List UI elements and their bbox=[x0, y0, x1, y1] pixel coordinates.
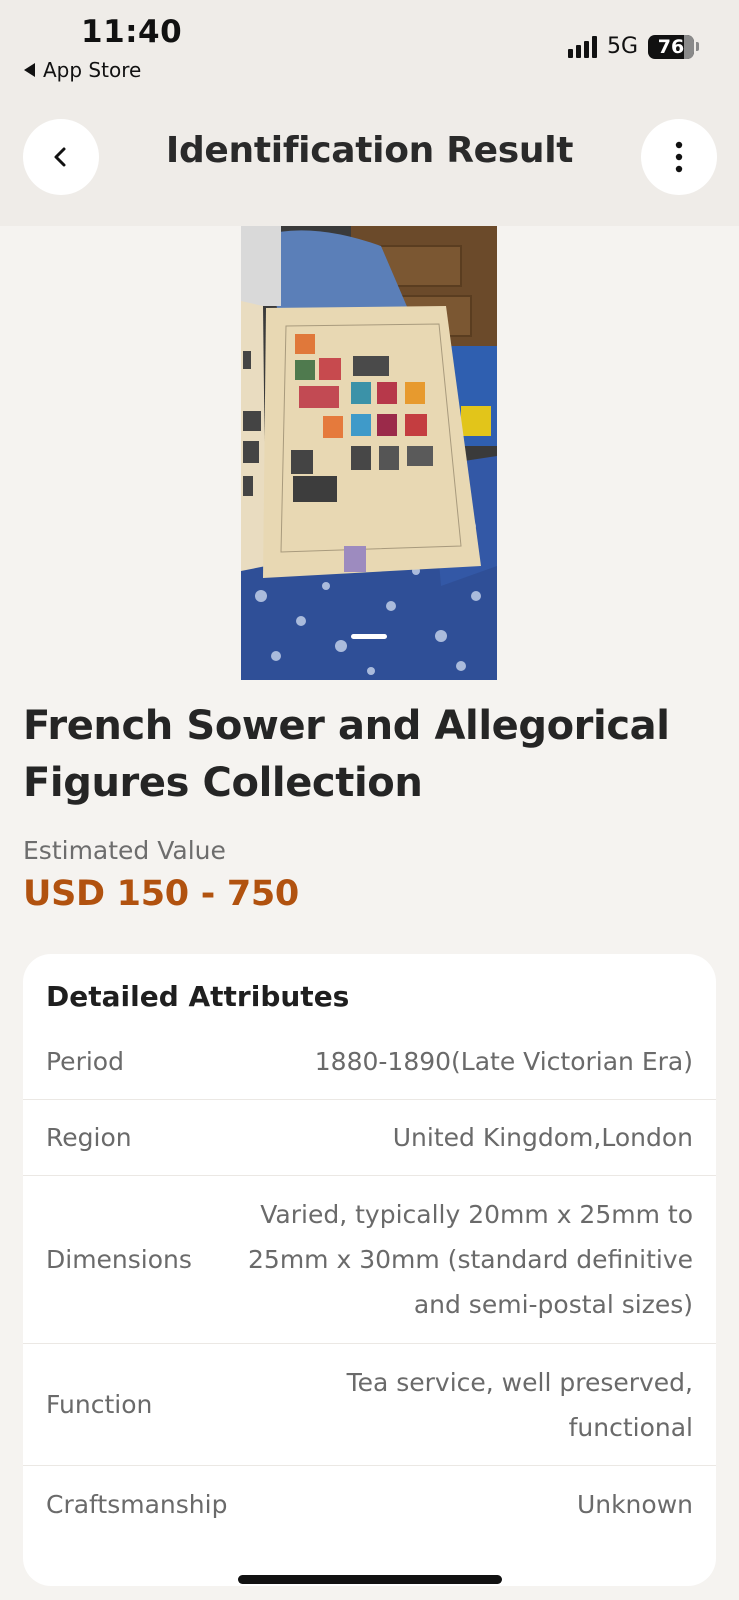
card-heading: Detailed Attributes bbox=[46, 980, 350, 1013]
attribute-row-region: Region United Kingdom,London bbox=[23, 1100, 716, 1176]
attribute-label: Function bbox=[46, 1390, 153, 1419]
item-photo[interactable] bbox=[241, 226, 497, 680]
back-to-app-store[interactable]: App Store bbox=[24, 58, 141, 82]
item-title: French Sower and Allegorical Figures Col… bbox=[23, 703, 670, 806]
attribute-row-function: Function Tea service, well preserved, fu… bbox=[23, 1344, 716, 1466]
estimated-value-label: Estimated Value bbox=[23, 836, 226, 865]
attribute-value: Tea service, well preserved, functional bbox=[346, 1367, 693, 1442]
status-time: 11:40 bbox=[81, 14, 183, 50]
attribute-label: Craftsmanship bbox=[46, 1489, 228, 1519]
attribute-value: Varied, typically 20mm x 25mm to 25mm x … bbox=[248, 1200, 693, 1319]
home-indicator[interactable] bbox=[238, 1575, 502, 1584]
attribute-value: Unknown bbox=[576, 1489, 693, 1519]
page-title: Identification Result bbox=[165, 130, 574, 171]
attribute-value: United Kingdom,London bbox=[392, 1123, 693, 1152]
attribute-row-dimensions: Dimensions Varied, typically 20mm x 25mm… bbox=[23, 1176, 716, 1344]
network-type: 5G bbox=[606, 34, 638, 59]
battery-icon: 76 bbox=[648, 34, 699, 59]
battery-level: 76 bbox=[657, 35, 685, 58]
attribute-row-period: Period 1880-1890(Late Victorian Era) bbox=[23, 1023, 716, 1100]
attribute-label: Period bbox=[46, 1046, 124, 1076]
cellular-signal-icon bbox=[567, 35, 597, 58]
more-options-button[interactable] bbox=[641, 119, 717, 195]
status-indicators: 5G 76 bbox=[567, 34, 699, 59]
back-triangle-icon bbox=[24, 63, 35, 77]
stamp-album-photo bbox=[241, 226, 497, 680]
detailed-attributes-card: Detailed Attributes Period 1880-1890(Lat… bbox=[23, 954, 716, 1586]
attribute-label: Region bbox=[46, 1123, 132, 1152]
attribute-value: 1880-1890(Late Victorian Era) bbox=[314, 1046, 693, 1076]
header: 11:40 App Store 5G 76 Identification Res… bbox=[0, 0, 739, 226]
estimated-value-range: USD 150 - 750 bbox=[23, 874, 299, 914]
more-vertical-icon bbox=[675, 141, 683, 173]
back-to-app-label: App Store bbox=[43, 58, 142, 82]
attribute-label: Dimensions bbox=[46, 1245, 192, 1274]
attribute-row-craftsmanship: Craftsmanship Unknown bbox=[23, 1466, 716, 1542]
